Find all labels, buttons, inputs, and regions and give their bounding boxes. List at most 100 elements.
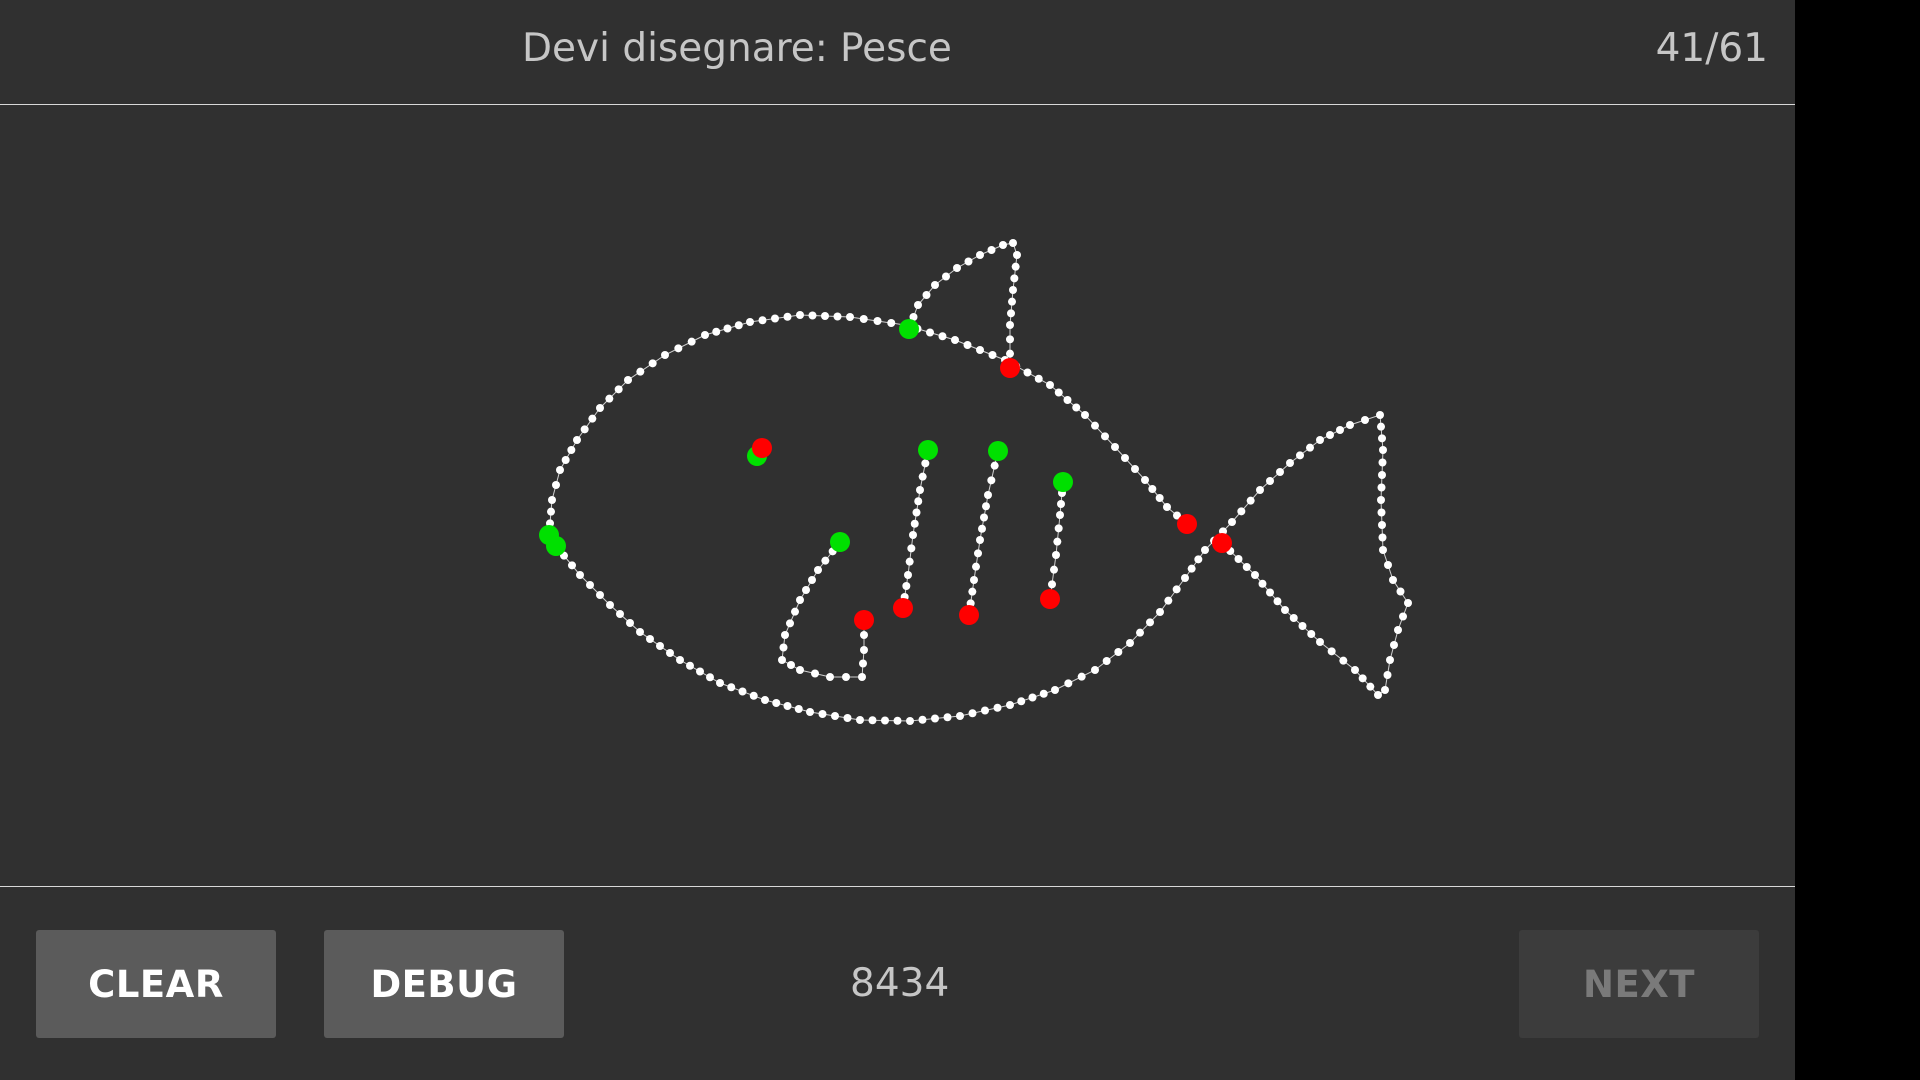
stroke-start-marker	[988, 441, 1008, 461]
stroke-point	[1072, 403, 1081, 412]
stroke-point	[987, 246, 996, 254]
stroke-point	[656, 642, 664, 650]
stroke-point	[1181, 574, 1189, 582]
stroke-4	[778, 532, 874, 681]
stroke-point	[968, 587, 977, 596]
stroke-point	[916, 486, 924, 494]
stroke-end-marker	[1040, 589, 1060, 609]
stroke-point	[1266, 588, 1274, 597]
next-button[interactable]: NEXT	[1519, 930, 1759, 1038]
stroke-point	[1077, 672, 1086, 681]
stroke-start-marker	[918, 440, 938, 460]
stroke-point	[1050, 565, 1058, 574]
stroke-point	[826, 673, 834, 681]
stroke-point	[1286, 459, 1294, 467]
stroke-point	[974, 549, 982, 558]
stroke-point	[914, 301, 922, 309]
stroke-point	[1377, 496, 1385, 504]
stroke-point	[716, 679, 724, 687]
stroke-point	[909, 531, 917, 539]
stroke-point	[706, 673, 714, 682]
stroke-point	[976, 346, 984, 354]
stroke-point	[814, 566, 822, 574]
stroke-point	[783, 702, 792, 710]
stroke-point	[1358, 674, 1367, 683]
stroke-point	[843, 714, 852, 722]
debug-button[interactable]: DEBUG	[324, 930, 564, 1038]
stroke-point	[1009, 286, 1017, 294]
stroke-point	[938, 332, 947, 341]
stroke-point	[661, 351, 669, 359]
stroke-point	[567, 446, 576, 454]
stroke-point	[906, 717, 914, 725]
stroke-point	[1091, 666, 1099, 674]
stroke-point	[616, 610, 624, 618]
stroke-point	[674, 344, 683, 353]
stroke-point	[1376, 411, 1384, 419]
stroke-point	[771, 314, 779, 323]
stroke-point	[1378, 458, 1387, 467]
stroke-end-marker	[1212, 533, 1232, 553]
stroke-point	[1146, 618, 1154, 627]
stroke-point	[982, 502, 990, 511]
stroke-point	[1386, 656, 1394, 664]
stroke-point	[749, 691, 758, 700]
stroke-point	[1242, 563, 1251, 571]
stroke-point	[1011, 262, 1020, 271]
stroke-point	[761, 696, 769, 704]
stroke-point	[786, 619, 794, 628]
stroke-point	[596, 404, 604, 412]
stroke-path	[555, 414, 1409, 722]
stroke-point	[976, 536, 984, 544]
stroke-point	[796, 596, 804, 604]
prompt-word: Pesce	[840, 26, 952, 71]
stroke-point	[981, 706, 989, 715]
stroke-point	[978, 524, 986, 533]
stroke-point	[787, 661, 795, 669]
stroke-point	[1289, 614, 1298, 622]
stroke-point	[686, 661, 694, 670]
stroke-point	[1378, 521, 1386, 529]
stroke-point	[1256, 486, 1264, 494]
stroke-point	[676, 656, 684, 664]
stroke-point	[1378, 471, 1386, 479]
stroke-point	[1399, 612, 1407, 621]
stroke-point	[988, 351, 997, 359]
stroke-point	[963, 341, 972, 349]
stroke-point	[881, 716, 889, 725]
stroke-point	[791, 607, 799, 616]
stroke-point	[648, 359, 657, 368]
stroke-point	[968, 709, 977, 718]
stroke-point	[1237, 507, 1246, 516]
stroke-point	[666, 649, 674, 657]
stroke-point	[993, 703, 1002, 712]
stroke-point	[626, 619, 634, 627]
stroke-point	[859, 659, 867, 668]
stroke-6	[959, 441, 1008, 625]
stroke-point	[723, 324, 732, 333]
stroke-point	[588, 414, 597, 423]
stroke-point	[605, 394, 614, 403]
stroke-point	[1028, 693, 1037, 702]
stroke-point	[972, 562, 980, 571]
stroke-point	[1377, 508, 1386, 517]
clear-button[interactable]: CLEAR	[36, 930, 276, 1038]
stroke-point	[1017, 697, 1026, 706]
footer-bar: CLEAR DEBUG 8434 NEXT	[0, 886, 1795, 1080]
stroke-point	[1039, 689, 1048, 698]
stroke-point	[1346, 421, 1354, 429]
stroke-point	[1366, 682, 1375, 691]
stroke-point	[1378, 434, 1386, 443]
stroke-point	[712, 327, 721, 336]
stroke-point	[931, 281, 939, 289]
stroke-point	[818, 710, 827, 718]
stroke-point	[1156, 608, 1164, 616]
stroke-point	[1273, 597, 1282, 606]
stroke-point	[902, 582, 911, 590]
stroke-point	[1394, 626, 1402, 634]
prompt-label: Devi disegnare:	[522, 26, 828, 71]
stroke-point	[1081, 411, 1089, 419]
stroke-point	[990, 461, 999, 470]
stroke-point	[1046, 381, 1054, 389]
drawing-canvas[interactable]	[0, 106, 1795, 886]
